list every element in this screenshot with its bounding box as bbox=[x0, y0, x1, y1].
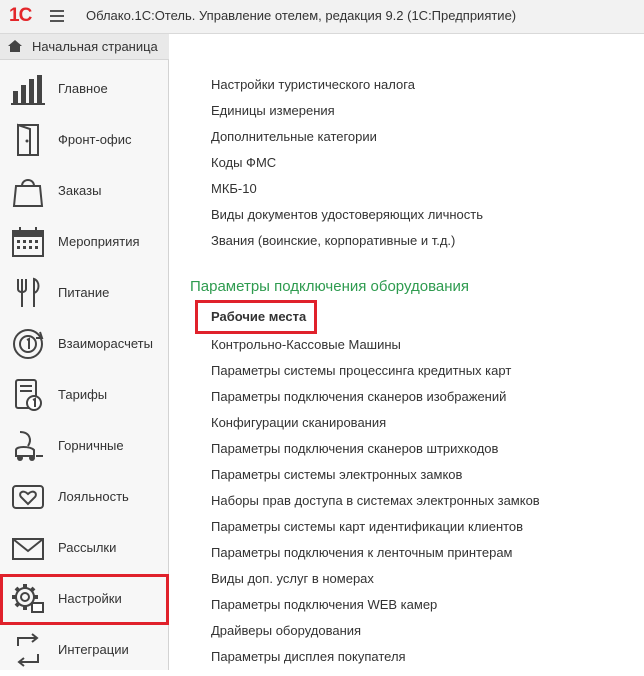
link-cash-registers[interactable]: Контрольно-Кассовые Машины bbox=[211, 337, 401, 352]
hamburger-menu-icon[interactable] bbox=[50, 10, 64, 22]
refresh-coin-icon bbox=[13, 329, 44, 359]
heart-card-icon bbox=[12, 485, 44, 509]
sidebar-item-label: Тарифы bbox=[58, 387, 108, 402]
link-room-extra-services[interactable]: Виды доп. услуг в номерах bbox=[211, 571, 374, 586]
sidebar-item-label: Заказы bbox=[58, 183, 102, 198]
sidebar-item-tariffs[interactable]: Тарифы bbox=[0, 370, 169, 421]
link-tape-printers[interactable]: Параметры подключения к ленточным принте… bbox=[211, 545, 513, 560]
section-title-equipment: Параметры подключения оборудования bbox=[190, 278, 470, 295]
link-workplaces[interactable]: Рабочие места bbox=[211, 309, 306, 324]
calendar-icon bbox=[12, 227, 44, 257]
sidebar-item-catering[interactable]: Питание bbox=[0, 268, 169, 319]
link-web-cameras[interactable]: Параметры подключения WEB камер bbox=[211, 597, 437, 612]
home-icon bbox=[8, 40, 22, 52]
link-client-id-cards[interactable]: Параметры системы карт идентификации кли… bbox=[211, 519, 523, 534]
sidebar: Начальная страница Главное Фронт-офис За… bbox=[0, 34, 169, 670]
sidebar-item-label: Мероприятия bbox=[58, 234, 140, 249]
sidebar-item-label: Рассылки bbox=[58, 540, 117, 555]
vacuum-icon bbox=[15, 431, 43, 461]
sidebar-item-events[interactable]: Мероприятия bbox=[0, 217, 169, 268]
link-fms-codes[interactable]: Коды ФМС bbox=[211, 155, 276, 170]
sidebar-item-main[interactable]: Главное bbox=[0, 64, 169, 115]
link-credit-card-processing[interactable]: Параметры системы процессинга кредитных … bbox=[211, 363, 511, 378]
link-id-document-types[interactable]: Виды документов удостоверяющих личность bbox=[211, 207, 483, 222]
link-equipment-drivers[interactable]: Драйверы оборудования bbox=[211, 623, 361, 638]
sidebar-item-loyalty[interactable]: Лояльность bbox=[0, 472, 169, 523]
sidebar-item-settings[interactable]: Настройки bbox=[0, 574, 169, 625]
link-units[interactable]: Единицы измерения bbox=[211, 103, 335, 118]
bar-chart-icon bbox=[11, 75, 45, 105]
cutlery-icon bbox=[17, 277, 40, 307]
arrows-icon bbox=[17, 633, 39, 667]
gear-icon bbox=[12, 584, 44, 613]
link-image-scanners[interactable]: Параметры подключения сканеров изображен… bbox=[211, 389, 506, 404]
link-tourist-tax[interactable]: Настройки туристического налога bbox=[211, 77, 415, 92]
sidebar-item-label: Лояльность bbox=[58, 489, 129, 504]
link-icd10[interactable]: МКБ-10 bbox=[211, 181, 257, 196]
link-customer-display[interactable]: Параметры дисплея покупателя bbox=[211, 649, 406, 664]
title-bar: 1С Облако.1С:Отель. Управление отелем, р… bbox=[0, 0, 644, 34]
sidebar-item-label: Питание bbox=[58, 285, 110, 300]
sidebar-item-mailings[interactable]: Рассылки bbox=[0, 523, 169, 574]
envelope-icon bbox=[12, 538, 44, 560]
sidebar-item-label: Горничные bbox=[58, 438, 124, 453]
sidebar-item-label: Главное bbox=[58, 81, 108, 96]
sidebar-item-settlements[interactable]: Взаиморасчеты bbox=[0, 319, 169, 370]
price-list-icon bbox=[15, 379, 42, 411]
highlight-box: Рабочие места bbox=[195, 300, 317, 334]
sidebar-item-label: Фронт-офис bbox=[58, 132, 132, 147]
shopping-bag-icon bbox=[12, 179, 44, 207]
app-logo: 1С bbox=[9, 5, 32, 26]
link-ranks[interactable]: Звания (воинские, корпоративные и т.д.) bbox=[211, 233, 455, 248]
link-barcode-scanners[interactable]: Параметры подключения сканеров штрихкодо… bbox=[211, 441, 498, 456]
sidebar-item-label: Интеграции bbox=[58, 642, 129, 657]
link-scan-configurations[interactable]: Конфигурации сканирования bbox=[211, 415, 386, 430]
main-content: Настройки туристического налога Единицы … bbox=[170, 34, 644, 670]
sidebar-item-integrations[interactable]: Интеграции bbox=[0, 625, 169, 676]
sidebar-home-label: Начальная страница bbox=[32, 39, 158, 54]
window-title: Облако.1С:Отель. Управление отелем, реда… bbox=[86, 8, 517, 23]
link-lock-access-rights[interactable]: Наборы прав доступа в системах электронн… bbox=[211, 493, 540, 508]
sidebar-item-label: Настройки bbox=[58, 591, 122, 606]
sidebar-home[interactable]: Начальная страница bbox=[0, 34, 169, 60]
link-extra-categories[interactable]: Дополнительные категории bbox=[211, 129, 377, 144]
link-electronic-locks[interactable]: Параметры системы электронных замков bbox=[211, 467, 462, 482]
sidebar-item-label: Взаиморасчеты bbox=[58, 336, 153, 351]
sidebar-item-orders[interactable]: Заказы bbox=[0, 166, 169, 217]
sidebar-item-front-office[interactable]: Фронт-офис bbox=[0, 115, 169, 166]
door-icon bbox=[17, 123, 39, 156]
sidebar-item-housekeeping[interactable]: Горничные bbox=[0, 421, 169, 472]
